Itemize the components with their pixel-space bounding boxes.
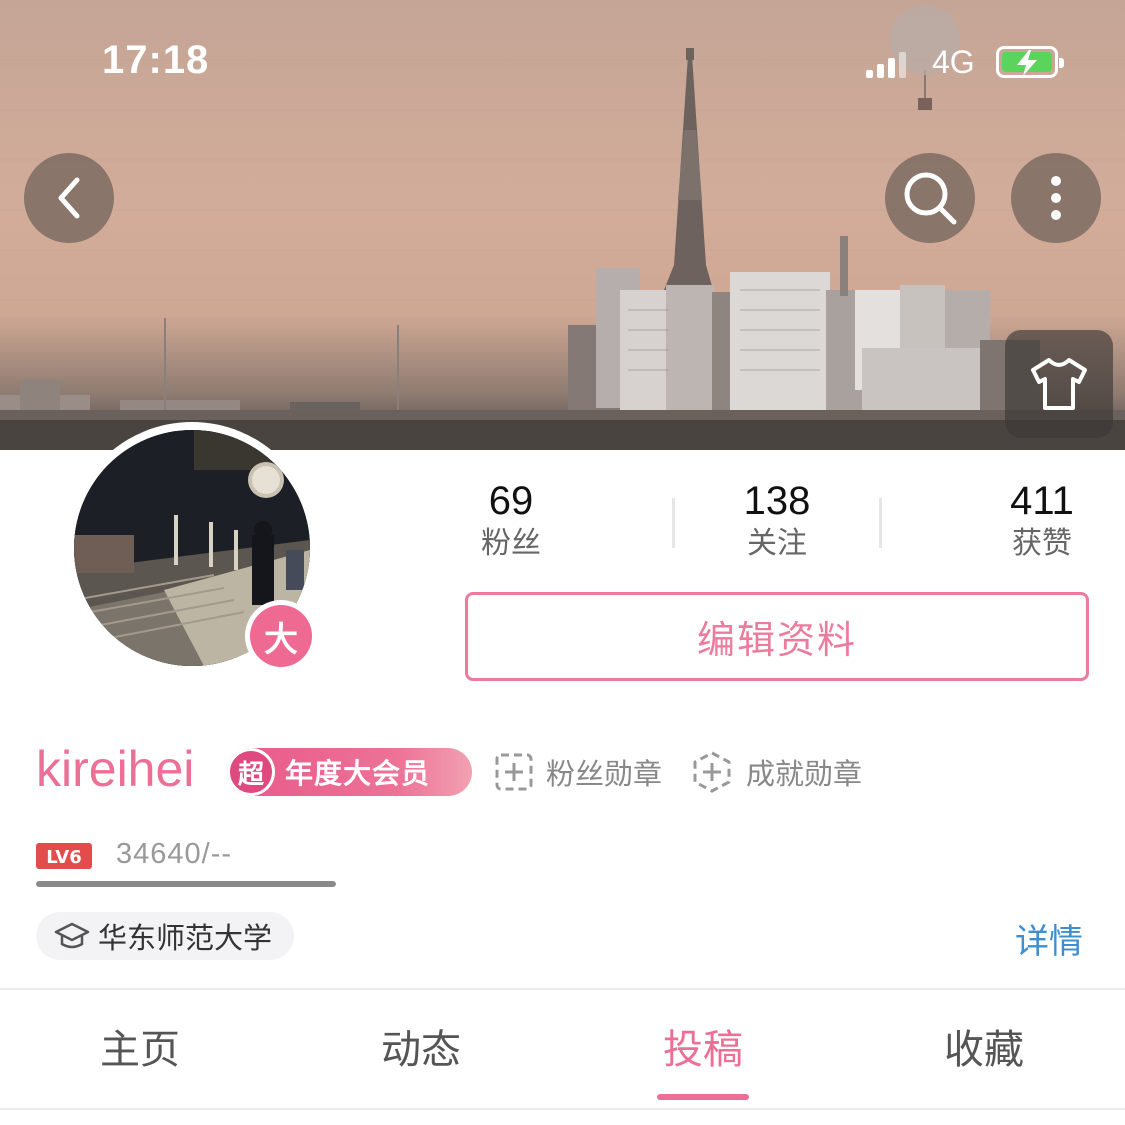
profile-banner[interactable]: 17:18 4G	[0, 0, 1125, 450]
stat-likes[interactable]: 411 获赞	[942, 478, 1125, 564]
stat-divider	[672, 498, 675, 548]
school-name: 华东师范大学	[98, 921, 273, 955]
more-vertical-icon	[1051, 176, 1061, 220]
avatar-vip-badge: 大	[245, 600, 317, 672]
edit-profile-button[interactable]: 编辑资料	[465, 592, 1089, 681]
vip-badge-char: 超	[227, 748, 275, 796]
level-tag-icon: LV6	[36, 843, 92, 869]
fans-medal-label: 粉丝勋章	[546, 757, 663, 791]
stat-following-value: 138	[743, 479, 811, 523]
exp-progress-fill	[36, 881, 336, 887]
search-button[interactable]	[885, 153, 975, 243]
tab-home[interactable]: 主页	[60, 1022, 220, 1078]
username: kireihei	[36, 741, 195, 797]
graduation-cap-icon	[54, 922, 90, 949]
stat-likes-label: 获赞	[1012, 526, 1072, 561]
exp-progress-bar	[36, 881, 336, 887]
exp-text: 34640/--	[116, 838, 233, 870]
tab-bar-divider-bottom	[0, 1108, 1125, 1110]
stat-fans[interactable]: 69 粉丝	[411, 478, 611, 564]
tshirt-icon	[1031, 358, 1087, 410]
search-icon	[904, 172, 957, 225]
details-link[interactable]: 详情	[1015, 914, 1083, 963]
battery-icon	[996, 46, 1064, 78]
achievement-medal-button[interactable]: 成就勋章	[690, 750, 862, 794]
dress-up-button[interactable]	[1005, 330, 1113, 438]
chevron-left-icon	[58, 177, 80, 219]
vip-badge[interactable]: 超 年度大会员	[227, 748, 472, 796]
tab-posts[interactable]: 投稿	[623, 1022, 783, 1078]
stat-fans-value: 69	[488, 479, 534, 523]
plus-hexagon-icon	[693, 751, 731, 793]
fans-medal-button[interactable]: 粉丝勋章	[494, 750, 662, 794]
tab-favorites[interactable]: 收藏	[904, 1022, 1064, 1078]
status-time: 17:18	[102, 38, 210, 82]
stat-following-label: 关注	[747, 526, 807, 561]
more-button[interactable]	[1011, 153, 1101, 243]
level-tag-text: LV6	[46, 847, 81, 868]
stat-likes-value: 411	[1010, 479, 1074, 523]
tab-bar-divider	[0, 988, 1125, 990]
school-chip[interactable]: 华东师范大学	[36, 912, 295, 960]
achievement-medal-label: 成就勋章	[746, 757, 863, 791]
back-button[interactable]	[24, 153, 114, 243]
stat-following[interactable]: 138 关注	[677, 478, 877, 564]
signal-icon	[866, 52, 906, 78]
active-tab-indicator	[657, 1094, 749, 1100]
tab-dynamic[interactable]: 动态	[341, 1022, 501, 1078]
plus-box-icon	[495, 753, 533, 791]
avatar-vip-char: 大	[250, 605, 312, 667]
stat-fans-label: 粉丝	[481, 526, 541, 561]
network-label: 4G	[932, 44, 975, 80]
stat-divider	[879, 498, 882, 548]
vip-badge-label: 年度大会员	[285, 757, 431, 790]
